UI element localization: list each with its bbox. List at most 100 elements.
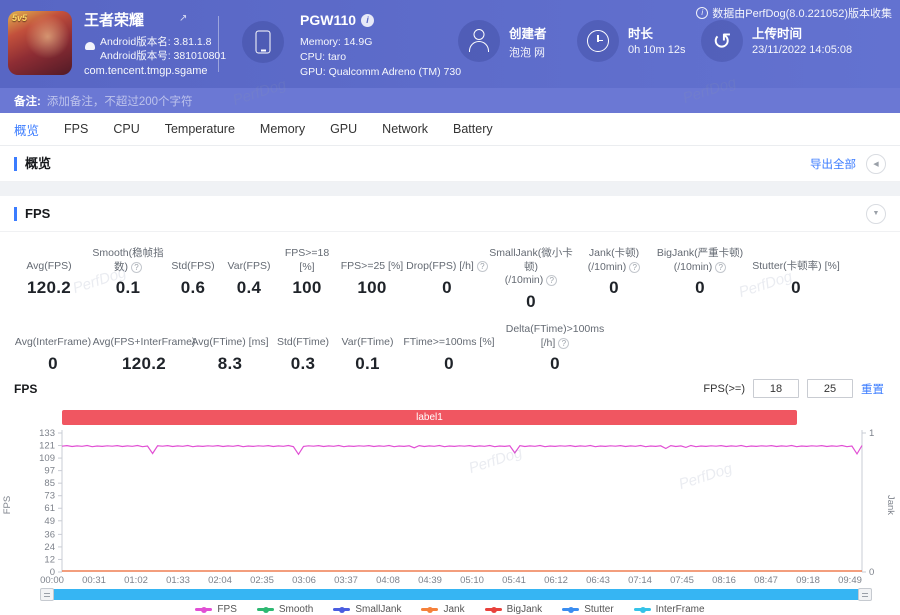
- stat-label: Avg(InterFrame): [14, 336, 92, 349]
- axis-tick-label: 73: [44, 491, 55, 502]
- help-icon[interactable]: ?: [558, 337, 570, 349]
- stat-cell: Var(FPS) 0.4: [222, 247, 276, 312]
- stat-value: 0: [444, 353, 454, 373]
- legend-marker: [195, 606, 213, 613]
- fps-threshold-input-2[interactable]: [807, 379, 853, 399]
- axis-tick-label: 07:14: [628, 575, 652, 586]
- stat-cell: Var(FTime) 0.1: [334, 323, 401, 374]
- help-icon[interactable]: ?: [715, 261, 727, 273]
- tab-battery[interactable]: Battery: [453, 122, 493, 136]
- legend-item-smooth[interactable]: Smooth: [256, 604, 313, 615]
- legend-item-bigjank[interactable]: BigJank: [484, 604, 543, 615]
- legend-label: Jank: [443, 604, 465, 615]
- phone-icon: [255, 30, 271, 54]
- remark-bar[interactable]: 备注: 添加备注，不超过200个字符: [0, 88, 900, 113]
- legend-item-stutter[interactable]: Stutter: [562, 604, 614, 615]
- legend-label: BigJank: [506, 604, 543, 615]
- tab-gpu[interactable]: GPU: [330, 122, 357, 136]
- tab-network[interactable]: Network: [382, 122, 428, 136]
- stat-label: Delta(FTime)>100ms [/h]?: [505, 322, 605, 349]
- stat-cell: Smooth(稳帧指数)? 0.1: [92, 247, 164, 312]
- clock-icon: [587, 30, 609, 52]
- legend-item-jank[interactable]: Jank: [421, 604, 465, 615]
- axis-tick-label: 49: [44, 516, 55, 527]
- axis-tick-label: 07:45: [670, 575, 694, 586]
- device-icon-circle: [242, 21, 284, 63]
- help-icon[interactable]: ?: [131, 261, 142, 273]
- stat-value: 100: [357, 278, 387, 297]
- axis-tick-label: 03:06: [292, 575, 316, 586]
- fps-threshold-input-1[interactable]: [753, 379, 799, 399]
- legend-item-fps[interactable]: FPS: [195, 604, 237, 615]
- axis-tick-label: 08:16: [712, 575, 736, 586]
- remark-label: 备注:: [14, 95, 41, 108]
- game-app-icon: 5v5: [8, 11, 72, 75]
- stat-label: FPS>=25 [%]: [340, 260, 404, 273]
- info-icon: i: [696, 7, 709, 19]
- remark-placeholder[interactable]: 添加备注，不超过200个字符: [47, 93, 193, 109]
- legend-label: Stutter: [584, 604, 614, 615]
- tab-memory[interactable]: Memory: [260, 122, 305, 136]
- axis-tick-label: 00:00: [40, 575, 64, 586]
- tab-fps[interactable]: FPS: [64, 122, 88, 136]
- chart-region-label: label1: [62, 410, 797, 426]
- stat-value: 0: [442, 278, 452, 297]
- stat-value: 0.1: [115, 278, 141, 298]
- fps-chart[interactable]: 133 121 109 97 85 73 61 49 36 24 12 0 1 0 00:00 00:31 01…: [0, 425, 900, 589]
- range-handle-left[interactable]: [40, 588, 54, 602]
- stat-cell: Jank(卡顿) (/10min)? 0: [574, 247, 654, 312]
- export-all-link[interactable]: 导出全部: [810, 156, 856, 172]
- chart-range-scrollbar[interactable]: [40, 588, 872, 602]
- stat-value: 120.2: [121, 353, 167, 373]
- stat-label: Std(FTime): [276, 336, 330, 349]
- stat-cell: FPS>=25 [%] 100: [338, 247, 406, 312]
- y-axis-title-left: FPS: [2, 496, 13, 514]
- stat-value: 0.3: [290, 353, 316, 373]
- chart-title: FPS: [14, 382, 38, 397]
- axis-tick-label: 06:43: [586, 575, 610, 586]
- tab-temperature[interactable]: Temperature: [165, 122, 235, 136]
- range-handle-right[interactable]: [858, 588, 872, 602]
- stat-cell: FPS>=18 [%] 100: [276, 247, 338, 312]
- stat-label: Jank(卡顿) (/10min)?: [587, 247, 641, 273]
- reset-link[interactable]: 重置: [861, 381, 884, 397]
- duration-label: 时长: [628, 27, 654, 41]
- stat-label: FPS>=18 [%]: [284, 247, 330, 273]
- android-icon: [85, 42, 95, 50]
- stat-cell: FTime>=100ms [%] 0: [401, 323, 497, 374]
- game-title: 王者荣耀: [84, 12, 145, 29]
- creator-value: 泡泡 网: [509, 47, 546, 59]
- device-info-icon[interactable]: i: [361, 13, 375, 27]
- axis-tick-label: 36: [44, 530, 55, 541]
- stat-cell: Stutter(卡顿率) [%] 0: [746, 247, 846, 312]
- collapse-left-button[interactable]: ◀: [866, 153, 886, 174]
- axis-tick-label: 04:39: [418, 575, 442, 586]
- axis-tick-label: 03:37: [334, 575, 358, 586]
- stat-label: Avg(FTime) [ms]: [191, 336, 269, 349]
- help-icon[interactable]: ?: [476, 261, 488, 273]
- tab-overview[interactable]: 概览: [14, 120, 39, 139]
- legend-label: SmallJank: [355, 604, 402, 615]
- fps-stats-row-1: Avg(FPS) 120.2 Smooth(稳帧指数)? 0.1 Std(FPS) 0.6…: [6, 247, 900, 312]
- legend-marker: [562, 606, 580, 613]
- stat-cell: Std(FPS) 0.6: [164, 247, 222, 312]
- duration-icon-circle: [577, 20, 619, 62]
- android-version-name: Android版本名: 3.81.1.8: [100, 36, 212, 48]
- stat-value: 0: [791, 278, 801, 297]
- axis-tick-label: 04:08: [376, 575, 400, 586]
- help-icon[interactable]: ?: [629, 261, 641, 273]
- stat-value: 0.6: [180, 278, 206, 297]
- stat-cell: Drop(FPS) [/h]? 0: [406, 247, 488, 312]
- history-icon: ↺: [712, 27, 732, 54]
- help-icon[interactable]: ?: [546, 275, 558, 287]
- collect-note-text: 数据由PerfDog(8.0.221052)版本收集: [712, 8, 892, 20]
- stat-cell: Std(FTime) 0.3: [272, 323, 334, 374]
- legend-item-interframe[interactable]: InterFrame: [633, 604, 705, 615]
- collapse-down-button[interactable]: ▼: [866, 203, 886, 224]
- legend-item-smalljank[interactable]: SmallJank: [333, 604, 401, 615]
- share-icon[interactable]: ↗: [179, 13, 187, 24]
- upload-value: 23/11/2022 14:05:08: [752, 44, 853, 56]
- axis-tick-label: 02:04: [208, 575, 232, 586]
- overview-section-header: 概览 导出全部 ◀: [0, 146, 900, 182]
- tab-cpu[interactable]: CPU: [113, 122, 139, 136]
